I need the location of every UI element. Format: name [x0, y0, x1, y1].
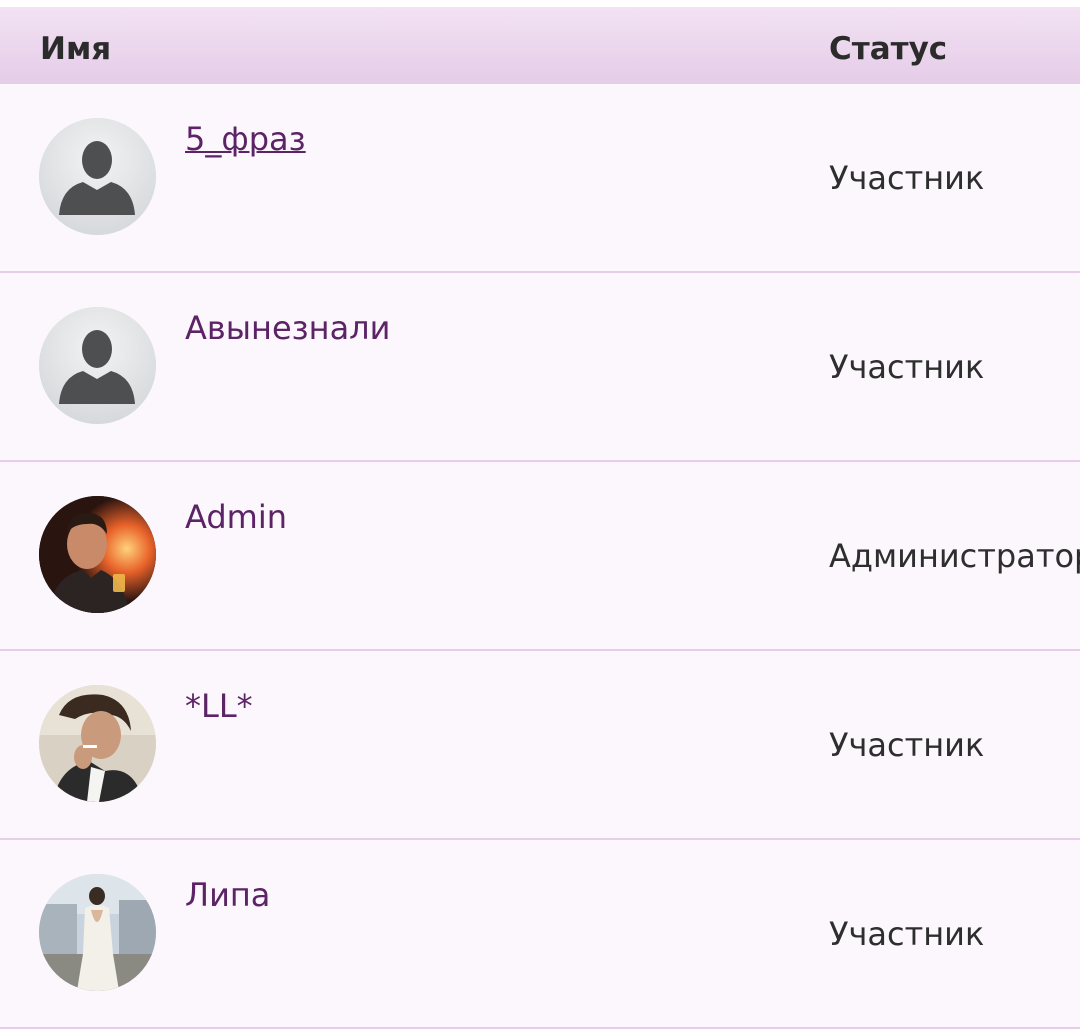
username-link[interactable]: Авынезнали	[185, 309, 390, 347]
column-header-name[interactable]: Имя	[40, 31, 111, 67]
photo-man-fire-avatar-icon[interactable]	[39, 496, 156, 613]
username-link[interactable]: 5_фраз	[185, 120, 306, 158]
table-row: Авынезнали Участник	[0, 273, 1080, 462]
default-user-avatar-icon[interactable]	[39, 118, 156, 235]
table-row: *LL* Участник	[0, 651, 1080, 840]
username-link[interactable]: Admin	[185, 498, 287, 536]
user-status: Администратор	[829, 537, 1080, 575]
user-status: Участник	[829, 915, 985, 953]
user-status: Участник	[829, 726, 985, 764]
user-status: Участник	[829, 159, 985, 197]
photo-woman-dress-avatar-icon[interactable]	[39, 874, 156, 991]
user-status: Участник	[829, 348, 985, 386]
table-row: Липа Участник	[0, 840, 1080, 1029]
table-row: 5_фраз Участник	[0, 84, 1080, 273]
username-link[interactable]: *LL*	[185, 687, 253, 725]
table-row: Admin Администратор	[0, 462, 1080, 651]
photo-man-cigarette-avatar-icon[interactable]	[39, 685, 156, 802]
column-header-status[interactable]: Статус	[829, 31, 947, 67]
table-header: Имя Статус	[0, 7, 1080, 85]
default-user-avatar-icon[interactable]	[39, 307, 156, 424]
members-table-page: Имя Статус 5_фраз Участник Авынезнали Уч…	[0, 0, 1080, 1032]
username-link[interactable]: Липа	[185, 876, 270, 914]
members-list: 5_фраз Участник Авынезнали Участник Admi…	[0, 84, 1080, 1029]
